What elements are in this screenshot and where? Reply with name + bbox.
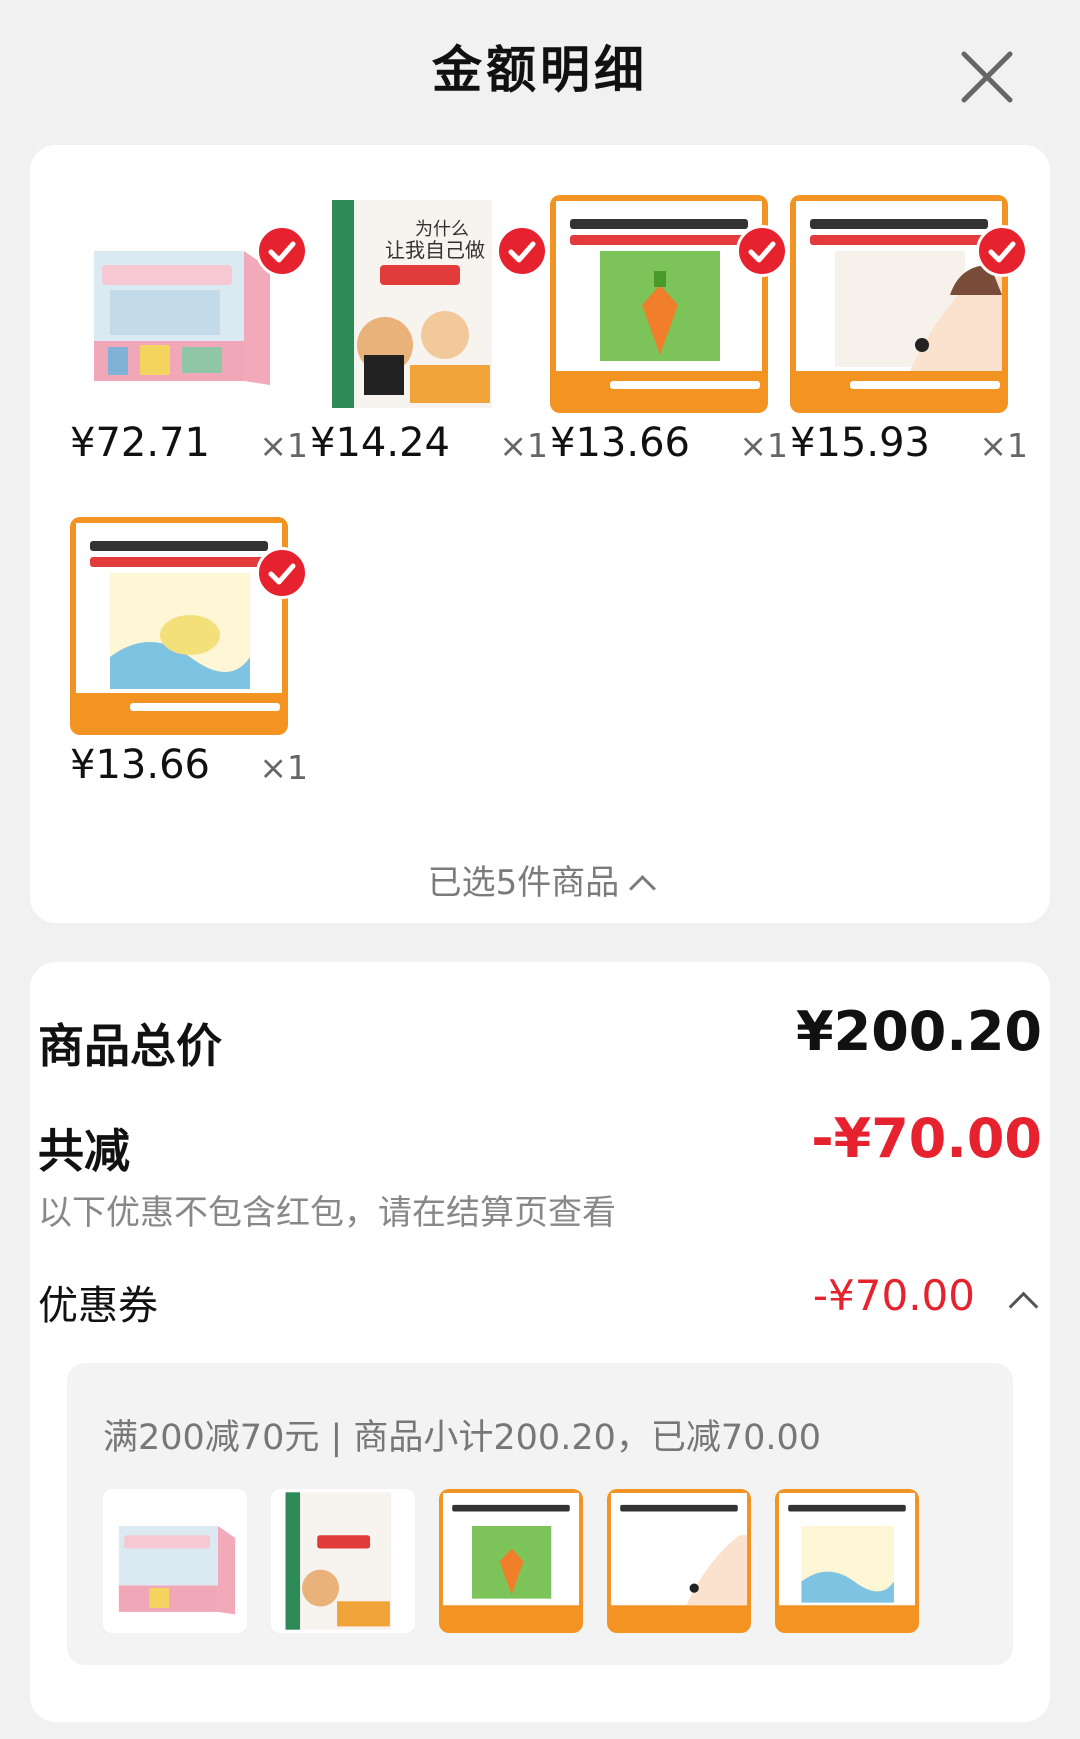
selected-check-icon[interactable] [976, 225, 1028, 277]
goods-total-label: 商品总价 [38, 1019, 222, 1073]
product-quantity: ×1 [259, 748, 308, 787]
eye-care-book-cover [790, 195, 1008, 413]
mr-carrot-bath-book-cover [70, 517, 288, 735]
product-item[interactable]: ¥15.93 ×1 [790, 195, 1028, 485]
selected-check-icon[interactable] [736, 225, 788, 277]
coupon-value[interactable]: -¥70.00 [813, 1271, 975, 1320]
selected-check-icon[interactable] [256, 225, 308, 277]
selected-check-icon[interactable] [256, 547, 308, 599]
selected-count-toggle[interactable]: 已选5件商品 [30, 855, 1050, 904]
product-item[interactable]: 为什么 让我自己做 ¥14.24 ×1 [310, 195, 548, 485]
product-quantity: ×1 [979, 426, 1028, 465]
reduction-value: -¥70.00 [811, 1107, 1042, 1170]
selected-check-icon[interactable] [496, 225, 548, 277]
product-price: ¥15.93 [790, 420, 930, 466]
svg-text:为什么: 为什么 [415, 219, 469, 240]
why-let-me-do-it-myself-book-thumbnail [271, 1489, 415, 1633]
eye-care-book-thumbnail [607, 1489, 751, 1633]
picky-eater-carrot-book-cover [550, 195, 768, 413]
product-price: ¥72.71 [70, 420, 210, 466]
svg-text:让我自己做: 让我自己做 [385, 238, 485, 262]
selected-count-label: 已选5件商品 [427, 863, 620, 903]
page-title: 金额明细 [432, 41, 648, 99]
product-item[interactable]: ¥13.66 ×1 [550, 195, 788, 485]
chevron-up-icon [629, 875, 657, 902]
mr-carrot-bath-book-thumbnail [775, 1489, 919, 1633]
product-price: ¥13.66 [550, 420, 690, 466]
product-price: ¥13.66 [70, 742, 210, 788]
science-encyclopedia-book-cover [70, 195, 288, 413]
reduction-label: 共减 [38, 1124, 130, 1178]
product-item[interactable]: ¥72.71 ×1 [70, 195, 308, 485]
picky-eater-carrot-book-thumbnail [439, 1489, 583, 1633]
header: 金额明细 [0, 0, 1080, 135]
product-quantity: ×1 [499, 426, 548, 465]
product-item[interactable]: ¥13.66 ×1 [70, 517, 308, 807]
science-encyclopedia-book-thumbnail [103, 1489, 247, 1633]
product-quantity: ×1 [259, 426, 308, 465]
product-list-card: ¥72.71 ×1 为什么 让我自己做 ¥14.24 ×1 ¥13.66 ×1 … [30, 145, 1050, 923]
why-let-me-do-it-myself-book-cover: 为什么 让我自己做 [310, 195, 528, 413]
close-icon[interactable] [946, 36, 1028, 118]
product-quantity: ×1 [739, 426, 788, 465]
goods-total-value: ¥200.20 [796, 1000, 1042, 1063]
coupon-rule: 满200减70元 | 商品小计200.20，已减70.00 [103, 1418, 822, 1458]
discount-note: 以下优惠不包含红包，请在结算页查看 [38, 1193, 616, 1233]
coupon-detail-box: 满200减70元 | 商品小计200.20，已减70.00 [67, 1363, 1013, 1665]
product-price: ¥14.24 [310, 420, 450, 466]
coupon-label: 优惠券 [38, 1283, 158, 1329]
